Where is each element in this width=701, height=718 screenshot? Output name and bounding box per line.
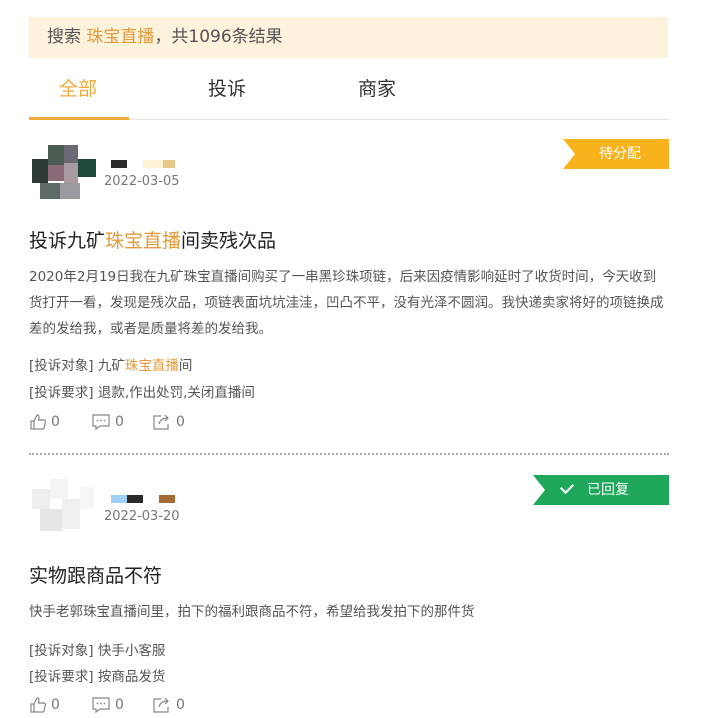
avatar[interactable] [32,479,97,535]
search-keyword: 珠宝直播 [86,27,155,47]
active-tab-indicator [29,117,129,120]
tab-all[interactable]: 全部 [59,74,97,101]
avatar[interactable] [32,143,97,199]
complaint-demand: [投诉要求] 退款,作出处罚,关闭直播间 [29,385,255,401]
result-tabs: 全部 投诉 商家 [29,64,669,120]
complaint-body: 2020年2月19日我在九矿珠宝直播间购买了一串黑珍珠项链，后来因疫情影响延时了… [29,269,664,337]
share-button[interactable]: 0 [152,696,185,714]
search-summary: 搜索 珠宝直播，共1096条结果 [47,27,283,47]
like-button[interactable]: 0 [29,696,60,714]
complaint-title[interactable]: 投诉九矿珠宝直播间卖残次品 [29,226,276,253]
thumbs-up-icon [30,697,47,713]
share-icon [153,414,169,430]
like-button[interactable]: 0 [29,413,60,431]
complaint-target: [投诉对象] 快手小客服 [29,643,166,659]
card-divider [29,453,669,455]
complaint-target: [投诉对象] 九矿珠宝直播间 [29,358,193,374]
comment-icon [92,697,110,714]
post-date: 2022-03-20 [104,509,180,524]
complaint-title[interactable]: 实物跟商品不符 [29,561,162,588]
complaint-card[interactable]: 2022-03-05 待分配 投诉九矿珠宝直播间卖残次品 2020年2月19日我… [29,139,669,440]
complaint-body: 快手老郭珠宝直播间里，拍下的福利跟商品不符，希望给我发拍下的那件货 [29,604,475,620]
complaint-card[interactable]: 2022-03-20 已回复 实物跟商品不符 快手老郭珠宝直播间里，拍下的福利跟… [29,475,669,718]
comment-icon [92,414,110,431]
check-icon [559,479,575,495]
tab-merchants[interactable]: 商家 [358,74,396,101]
tab-complaints[interactable]: 投诉 [208,74,246,101]
share-icon [153,697,169,713]
share-button[interactable]: 0 [152,413,185,431]
complaint-demand: [投诉要求] 按商品发货 [29,669,166,685]
comment-button[interactable]: 0 [91,696,124,714]
comment-button[interactable]: 0 [91,413,124,431]
post-date: 2022-03-05 [104,174,180,189]
search-result-banner: 搜索 珠宝直播，共1096条结果 [29,17,668,58]
status-badge: 已回复 [533,475,669,505]
thumbs-up-icon [30,414,47,430]
status-badge: 待分配 [563,139,669,169]
